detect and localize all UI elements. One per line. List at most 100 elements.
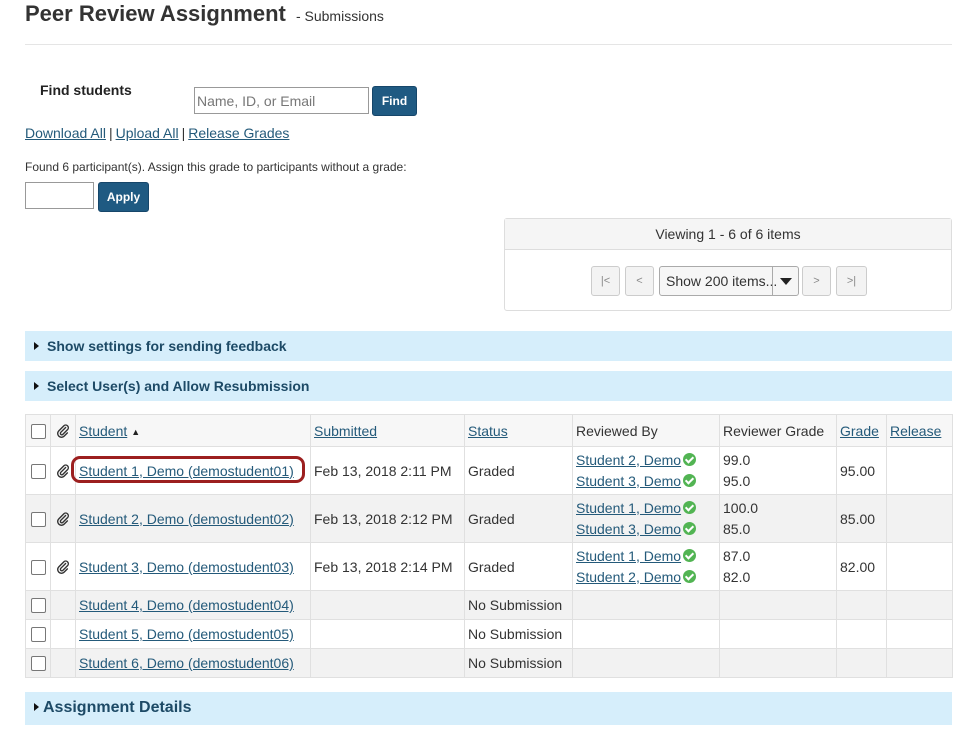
- reviewer-link[interactable]: Student 2, Demo: [576, 569, 681, 585]
- check-circle-icon: [683, 569, 697, 583]
- resubmission-label: Select User(s) and Allow Resubmission: [47, 378, 310, 394]
- release-cell: [886, 648, 953, 678]
- reviewer-grade-value: 85.0: [723, 520, 751, 537]
- reviewer-grade-value: 100.0: [723, 499, 759, 516]
- find-button[interactable]: Find: [372, 86, 417, 116]
- student-link[interactable]: Student 5, Demo (demostudent05): [79, 626, 294, 642]
- assignment-details-toggle[interactable]: Assignment Details: [25, 692, 952, 725]
- row-select-cell: [25, 542, 51, 591]
- row-select-cell: [25, 446, 51, 495]
- reviewer-grade-cell: 87.0 82.0: [719, 542, 837, 591]
- reviewed-by-cell: [572, 648, 720, 678]
- next-page-button[interactable]: >: [802, 266, 831, 296]
- page-subtitle: - Submissions: [295, 8, 384, 24]
- reviewer-link[interactable]: Student 3, Demo: [576, 473, 681, 489]
- paperclip-icon[interactable]: [52, 463, 75, 478]
- reviewer-link[interactable]: Student 3, Demo: [576, 521, 681, 537]
- page-size-select[interactable]: Show 200 items...: [659, 266, 799, 296]
- release-cell: [886, 494, 953, 543]
- reviewed-by-column-header: Reviewed By: [572, 414, 720, 447]
- student-link[interactable]: Student 1, Demo (demostudent01): [79, 463, 294, 479]
- attachment-cell: [50, 494, 76, 543]
- row-select-cell: [25, 590, 51, 620]
- sort-by-status-link[interactable]: Status: [468, 423, 508, 439]
- sort-by-submitted-link[interactable]: Submitted: [314, 423, 377, 439]
- check-circle-icon: [683, 452, 697, 466]
- attachment-cell: [50, 590, 76, 620]
- reviewed-by-cell: Student 2, Demo Student 3, Demo: [572, 446, 720, 495]
- first-page-button[interactable]: |<: [591, 266, 620, 296]
- student-link[interactable]: Student 4, Demo (demostudent04): [79, 597, 294, 613]
- attachment-header: [50, 414, 76, 447]
- paperclip-icon[interactable]: [52, 559, 75, 574]
- sort-ascending-icon[interactable]: ▲: [131, 427, 140, 437]
- download-all-link[interactable]: Download All: [25, 125, 106, 141]
- release-column-header: Release: [886, 414, 953, 447]
- student-link[interactable]: Student 6, Demo (demostudent06): [79, 655, 294, 671]
- last-page-button[interactable]: >|: [836, 266, 867, 296]
- resubmission-toggle[interactable]: Select User(s) and Allow Resubmission: [25, 371, 952, 401]
- reviewer-link[interactable]: Student 2, Demo: [576, 452, 681, 468]
- paperclip-icon: [52, 423, 75, 438]
- row-checkbox[interactable]: [30, 627, 46, 643]
- submitted-column-header: Submitted: [310, 414, 465, 447]
- select-all-checkbox[interactable]: [30, 423, 46, 439]
- grade-cell: [836, 619, 887, 649]
- find-students-label: Find students: [40, 82, 132, 98]
- expand-triangle-icon: [34, 703, 39, 711]
- reviewer-link[interactable]: Student 1, Demo: [576, 548, 681, 564]
- feedback-settings-toggle[interactable]: Show settings for sending feedback: [25, 331, 952, 361]
- table-row: Student 3, Demo (demostudent03) Feb 13, …: [25, 542, 953, 591]
- reviewed-by-cell: Student 1, Demo Student 3, Demo: [572, 494, 720, 543]
- submitted-cell: [310, 648, 465, 678]
- prev-page-button[interactable]: <: [625, 266, 654, 296]
- reviewer-grade-cell: 100.0 85.0: [719, 494, 837, 543]
- sort-by-release-link[interactable]: Release: [890, 423, 941, 439]
- row-select-cell: [25, 619, 51, 649]
- page-header: Peer Review Assignment - Submissions: [25, 0, 952, 45]
- table-row: Student 4, Demo (demostudent04) No Submi…: [25, 590, 953, 620]
- check-circle-icon: [683, 521, 697, 535]
- student-link[interactable]: Student 2, Demo (demostudent02): [79, 511, 294, 527]
- grade-cell: [836, 648, 887, 678]
- sort-by-grade-link[interactable]: Grade: [840, 423, 879, 439]
- table-row: Student 6, Demo (demostudent06) No Submi…: [25, 648, 953, 678]
- row-checkbox[interactable]: [30, 598, 46, 614]
- status-cell: Graded: [464, 494, 573, 543]
- row-select-cell: [25, 648, 51, 678]
- found-participants-text: Found 6 participant(s). Assign this grad…: [25, 160, 407, 174]
- reviewer-link[interactable]: Student 1, Demo: [576, 500, 681, 516]
- student-cell: Student 5, Demo (demostudent05): [75, 619, 311, 649]
- apply-button[interactable]: Apply: [98, 182, 149, 212]
- check-circle-icon: [683, 548, 697, 562]
- reviewer-grade-cell: [719, 590, 837, 620]
- table-header-row: Student ▲ Submitted Status Reviewed By Re…: [25, 414, 953, 447]
- row-checkbox[interactable]: [30, 511, 46, 527]
- row-checkbox[interactable]: [30, 559, 46, 575]
- release-cell: [886, 542, 953, 591]
- status-cell: No Submission: [464, 590, 573, 620]
- reviewer-grade-value: 87.0: [723, 547, 751, 564]
- reviewer-grade-cell: 99.0 95.0: [719, 446, 837, 495]
- paperclip-icon[interactable]: [52, 511, 75, 526]
- upload-all-link[interactable]: Upload All: [116, 125, 179, 141]
- row-checkbox[interactable]: [30, 656, 46, 672]
- reviewer-grade-value: 82.0: [723, 568, 751, 585]
- bulk-grade-input[interactable]: [25, 182, 94, 209]
- submitted-cell: Feb 13, 2018 2:12 PM: [310, 494, 465, 543]
- attachment-cell: [50, 648, 76, 678]
- attachment-cell: [50, 446, 76, 495]
- sort-by-student-link[interactable]: Student: [79, 423, 127, 439]
- status-cell: Graded: [464, 542, 573, 591]
- action-links: Download All | Upload All | Release Grades: [25, 125, 289, 141]
- student-link[interactable]: Student 3, Demo (demostudent03): [79, 559, 294, 575]
- link-separator: |: [108, 125, 113, 141]
- release-grades-link[interactable]: Release Grades: [188, 125, 289, 141]
- status-cell: No Submission: [464, 619, 573, 649]
- find-students-input[interactable]: [194, 87, 369, 114]
- row-checkbox[interactable]: [30, 463, 46, 479]
- reviewed-by-cell: Student 1, Demo Student 2, Demo: [572, 542, 720, 591]
- submitted-cell: Feb 13, 2018 2:11 PM: [310, 446, 465, 495]
- pager: Viewing 1 - 6 of 6 items |< < Show 200 i…: [504, 218, 952, 311]
- student-cell: Student 1, Demo (demostudent01): [75, 446, 311, 495]
